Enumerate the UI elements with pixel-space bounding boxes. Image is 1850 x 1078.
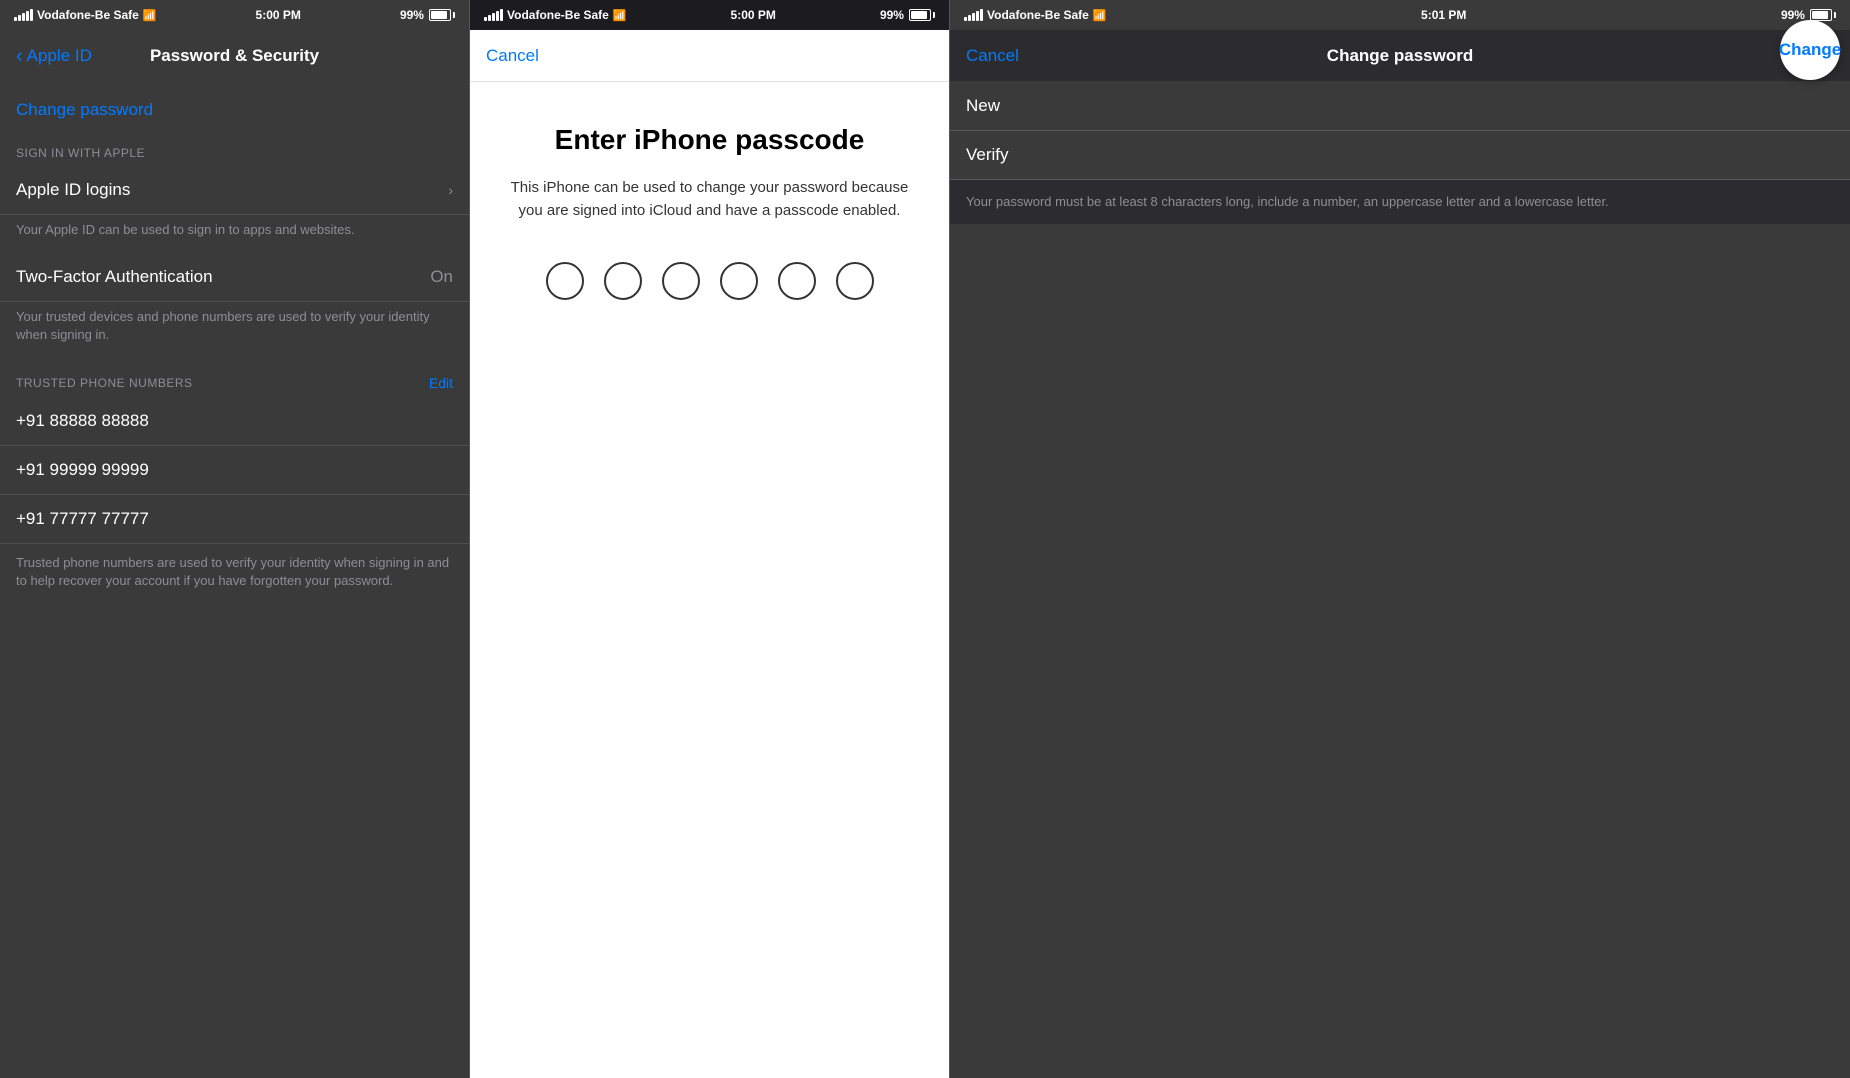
carrier-name-p3: Vodafone-Be Safe xyxy=(987,8,1089,22)
passcode-dot-4[interactable] xyxy=(720,262,758,300)
change-password-section: Change password xyxy=(0,82,469,130)
battery-icon-p3 xyxy=(1810,9,1836,21)
battery-percent: 99% xyxy=(400,8,424,22)
status-time-panel3: 5:01 PM xyxy=(1421,8,1466,22)
panel3-change-password: Vodafone-Be Safe 📶 5:01 PM 99% Cancel Ch… xyxy=(950,0,1850,1078)
change-password-form: New Verify Your password must be at leas… xyxy=(950,82,1850,1078)
sign-in-section-label: SIGN IN WITH APPLE xyxy=(0,130,469,166)
status-carrier-panel3: Vodafone-Be Safe 📶 xyxy=(964,8,1107,22)
two-factor-label: Two-Factor Authentication xyxy=(16,267,213,287)
phone-number-2: +91 99999 99999 xyxy=(0,446,469,495)
passcode-dot-3[interactable] xyxy=(662,262,700,300)
passcode-dot-5[interactable] xyxy=(778,262,816,300)
status-bar-panel3: Vodafone-Be Safe 📶 5:01 PM 99% xyxy=(950,0,1850,30)
signal-icon xyxy=(14,9,33,21)
cancel-button-panel3[interactable]: Cancel xyxy=(966,46,1019,66)
passcode-dot-6[interactable] xyxy=(836,262,874,300)
apple-id-logins-row[interactable]: Apple ID logins › xyxy=(0,166,469,215)
phone-number-1: +91 88888 88888 xyxy=(0,397,469,446)
status-bar-panel1: Vodafone-Be Safe 📶 5:00 PM 99% xyxy=(0,0,469,30)
verify-field-label: Verify xyxy=(966,145,1009,164)
back-button[interactable]: ‹ Apple ID xyxy=(16,46,92,66)
change-password-link[interactable]: Change password xyxy=(16,100,153,119)
verify-password-field[interactable]: Verify xyxy=(950,131,1850,180)
panel2-enter-passcode: Vodafone-Be Safe 📶 5:00 PM 99% Cancel En… xyxy=(470,0,950,1078)
status-battery-panel2: 99% xyxy=(880,8,935,22)
battery-percent-p3: 99% xyxy=(1781,8,1805,22)
carrier-name-p2: Vodafone-Be Safe xyxy=(507,8,609,22)
apple-id-logins-label: Apple ID logins xyxy=(16,180,130,200)
status-bar-panel2: Vodafone-Be Safe 📶 5:00 PM 99% xyxy=(470,0,949,30)
trusted-phones-footer: Trusted phone numbers are used to verify… xyxy=(0,544,469,600)
passcode-dots-row xyxy=(546,262,874,300)
status-time-panel2: 5:00 PM xyxy=(731,8,776,22)
status-battery-panel1: 99% xyxy=(400,8,455,22)
wifi-icon-p2: 📶 xyxy=(613,9,627,22)
back-label: Apple ID xyxy=(27,46,92,66)
passcode-dot-2[interactable] xyxy=(604,262,642,300)
status-carrier-panel2: Vodafone-Be Safe 📶 xyxy=(484,8,627,22)
password-requirements: Your password must be at least 8 charact… xyxy=(950,180,1850,224)
carrier-name: Vodafone-Be Safe xyxy=(37,8,139,22)
nav-bar-panel2: Cancel xyxy=(470,30,949,82)
nav-bar-panel1: ‹ Apple ID Password & Security xyxy=(0,30,469,82)
battery-icon-p2 xyxy=(909,9,935,21)
apple-id-logins-subtitle: Your Apple ID can be used to sign in to … xyxy=(0,215,469,253)
two-factor-row[interactable]: Two-Factor Authentication On xyxy=(0,253,469,302)
chevron-right-icon: › xyxy=(448,182,453,198)
signal-icon-p3 xyxy=(964,9,983,21)
passcode-title: Enter iPhone passcode xyxy=(555,122,865,157)
wifi-icon: 📶 xyxy=(143,9,157,22)
new-password-field[interactable]: New xyxy=(950,82,1850,131)
battery-icon xyxy=(429,9,455,21)
change-label: Change xyxy=(1779,40,1841,60)
battery-percent-p2: 99% xyxy=(880,8,904,22)
chevron-left-icon: ‹ xyxy=(16,46,23,66)
status-carrier-panel1: Vodafone-Be Safe 📶 xyxy=(14,8,157,22)
signal-icon-p2 xyxy=(484,9,503,21)
passcode-body: Enter iPhone passcode This iPhone can be… xyxy=(470,82,949,1078)
phone-number-3: +91 77777 77777 xyxy=(0,495,469,544)
trusted-phones-label: TRUSTED PHONE NUMBERS xyxy=(16,376,193,390)
nav-title-panel1: Password & Security xyxy=(150,46,319,66)
passcode-dot-1[interactable] xyxy=(546,262,584,300)
panel1-password-security: Vodafone-Be Safe 📶 5:00 PM 99% ‹ Apple I… xyxy=(0,0,470,1078)
status-time-panel1: 5:00 PM xyxy=(256,8,301,22)
change-button-panel3[interactable]: Change xyxy=(1780,20,1840,80)
cancel-button-panel2[interactable]: Cancel xyxy=(486,46,539,66)
nav-title-panel3: Change password xyxy=(1327,46,1473,66)
two-factor-value: On xyxy=(430,267,453,287)
nav-bar-panel3: Cancel Change password Change xyxy=(950,30,1850,82)
two-factor-subtitle: Your trusted devices and phone numbers a… xyxy=(0,302,469,358)
wifi-icon-p3: 📶 xyxy=(1093,9,1107,22)
edit-trusted-phones-button[interactable]: Edit xyxy=(429,375,453,391)
trusted-phones-header: TRUSTED PHONE NUMBERS Edit xyxy=(0,359,469,397)
new-field-label: New xyxy=(966,96,1000,115)
passcode-description: This iPhone can be used to change your p… xyxy=(502,177,917,222)
